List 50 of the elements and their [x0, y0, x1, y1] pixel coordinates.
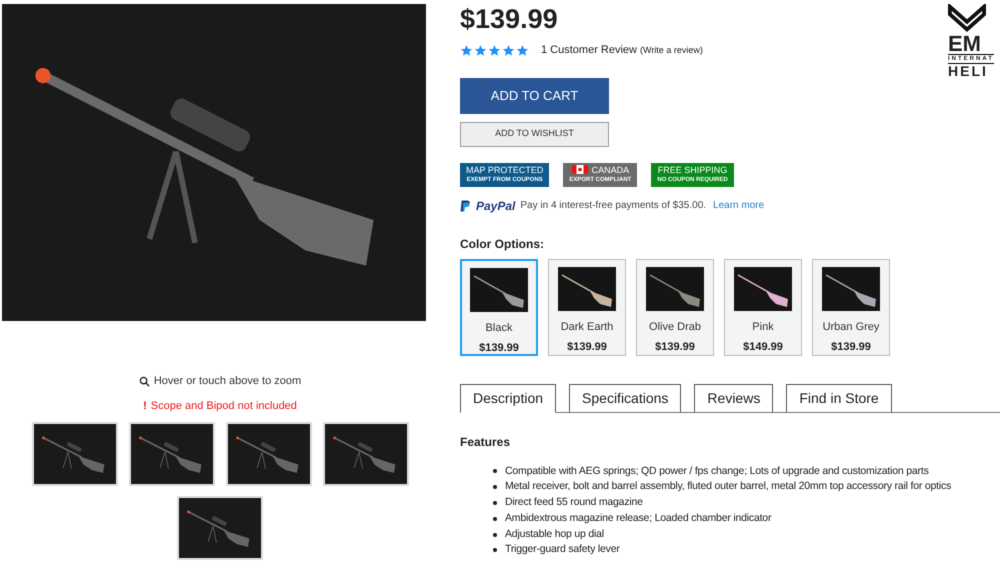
bullet-icon: [493, 532, 497, 537]
feature-item: Metal receiver, bolt and barrel assembly, fluted outer barrel, metal 20mm top accessory rail for optics: [505, 479, 952, 494]
color-option[interactable]: Dark Earth $139.99: [548, 258, 626, 356]
flag-icon: [572, 165, 588, 174]
add-to-cart-button[interactable]: ADD TO CART: [460, 78, 609, 114]
learn-more-link[interactable]: Learn more: [713, 198, 764, 213]
zoom-hint: Hover or touch above to zoom: [154, 374, 302, 389]
tab[interactable]: Description: [460, 384, 556, 412]
write-review-link[interactable]: (Write a review): [640, 44, 703, 57]
color-option[interactable]: Pink $149.99: [724, 258, 802, 356]
bullet-icon: [493, 548, 497, 552]
paypal-logo-icon: [460, 198, 471, 212]
product-price: $139.99: [460, 4, 558, 34]
paypal-message: Pay in 4 interest-free payments of $35.00.: [520, 199, 706, 213]
feature-item: Direct feed 55 round magazine: [505, 495, 643, 510]
feature-item: Compatible with AEG springs; QD power / fps change; Lots of upgrade and customization parts: [505, 464, 929, 478]
bullet-icon: [493, 485, 497, 490]
color-option[interactable]: Black $139.99: [460, 258, 538, 356]
tab[interactable]: Reviews: [694, 384, 774, 412]
warning-text: Scope and Bipod not included: [150, 398, 297, 414]
chevron-logo-icon: [948, 4, 986, 34]
warning-icon: !: [143, 398, 147, 414]
zoom-icon: [138, 376, 150, 387]
tab[interactable]: Find in Store: [786, 384, 892, 412]
tab[interactable]: Specifications: [569, 384, 682, 412]
logo-text: EM: [948, 34, 981, 54]
star-icon: [502, 44, 515, 57]
bullet-icon: [493, 516, 497, 521]
feature-item: Adjustable hop up dial: [505, 526, 604, 542]
features-heading: Features: [460, 434, 512, 450]
star-icon: [488, 44, 501, 57]
feature-item: Trigger-guard safety lever: [505, 542, 620, 558]
bullet-icon: [493, 500, 497, 505]
color-option[interactable]: Olive Drab $139.99: [636, 258, 714, 356]
thumbnail[interactable]: [128, 422, 214, 486]
thumbnail[interactable]: [32, 422, 118, 486]
color-options-label: Color Options:: [460, 236, 545, 252]
star-icon: [460, 44, 473, 57]
thumbnail[interactable]: [322, 422, 408, 486]
review-count: 1 Customer Review: [541, 43, 637, 58]
logo-text: HELI: [948, 64, 988, 78]
paypal-wordmark: PayPal: [476, 198, 516, 214]
star-icon: [474, 44, 487, 57]
feature-item: Ambidextrous magazine release; Loaded chamber indicator: [505, 510, 772, 526]
add-to-wishlist-button[interactable]: ADD TO WISHLIST: [460, 122, 609, 146]
bullet-icon: [493, 469, 497, 474]
thumbnail[interactable]: [177, 496, 263, 560]
thumbnail[interactable]: [226, 422, 312, 486]
star-icon: [516, 44, 529, 57]
color-option[interactable]: Urban Grey $139.99: [812, 258, 890, 356]
